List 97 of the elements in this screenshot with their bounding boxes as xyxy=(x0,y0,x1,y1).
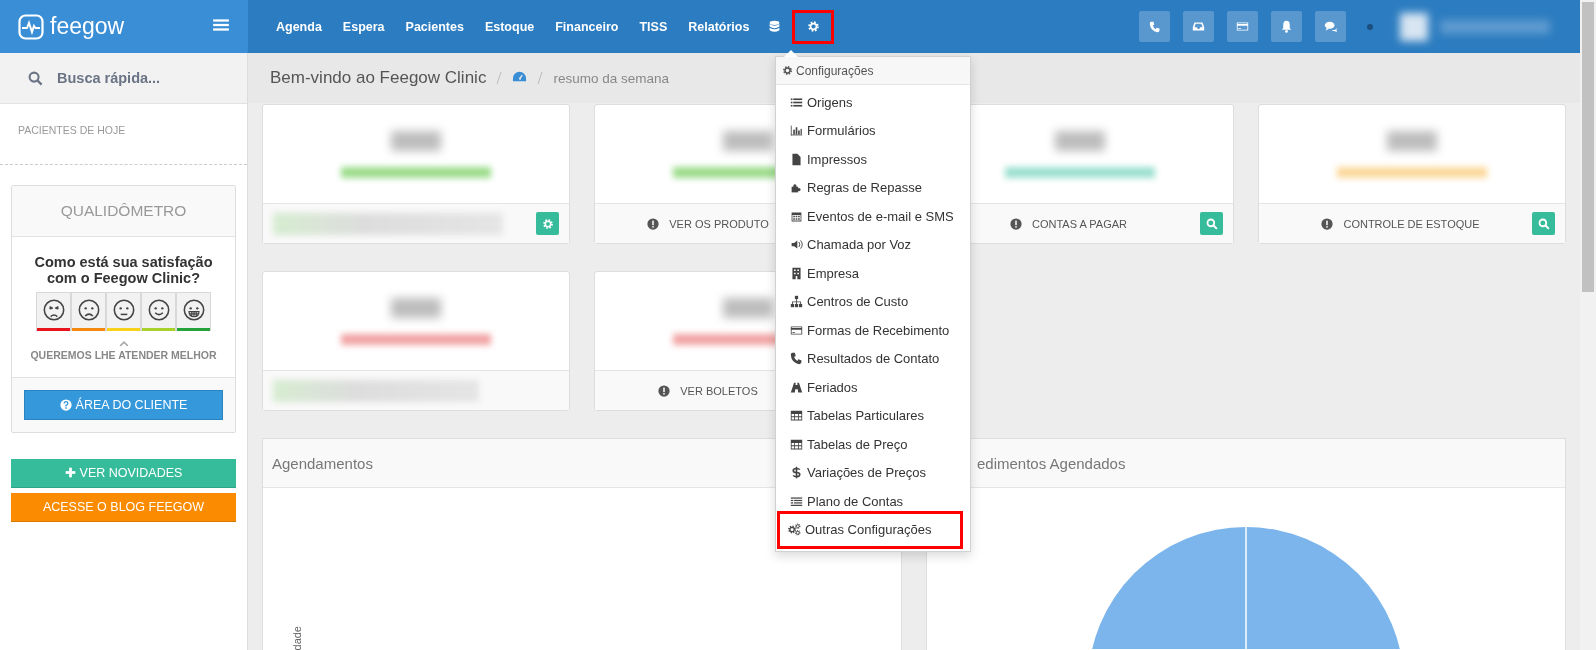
nav-link[interactable]: Estoque xyxy=(474,11,545,42)
search-button[interactable] xyxy=(1532,212,1555,235)
card-link-text[interactable]: CONTROLE DE ESTOQUE xyxy=(1343,217,1480,230)
blurred-value xyxy=(1387,130,1437,151)
card-button[interactable] xyxy=(1227,11,1258,42)
settings-button[interactable] xyxy=(536,212,559,235)
menu-item[interactable]: Empresa xyxy=(776,259,958,288)
exclamation-circle-icon xyxy=(1321,217,1334,230)
plus-icon xyxy=(64,467,76,479)
question-circle-icon xyxy=(59,398,72,411)
rating-button[interactable] xyxy=(36,291,71,331)
card-link-text[interactable]: VER OS PRODUTO xyxy=(669,217,769,230)
gears-icon xyxy=(788,523,801,537)
menu-item[interactable]: Regras de Repasse xyxy=(776,173,958,202)
page-title: Bem-vindo ao Feegow Clinic xyxy=(270,68,487,88)
smiling-face-icon xyxy=(147,299,170,322)
blurred-value xyxy=(723,130,773,151)
inbox-icon xyxy=(1192,20,1205,33)
dollar-icon xyxy=(790,466,803,480)
bar-chart-icon xyxy=(790,124,803,138)
rating-button[interactable] xyxy=(106,291,141,331)
bell-icon xyxy=(1280,20,1293,33)
nav-link[interactable]: Financeiro xyxy=(545,11,629,42)
exclamation-circle-icon xyxy=(647,217,660,230)
settings-button[interactable] xyxy=(792,9,835,44)
widget-title: QUALIDÔMETRO xyxy=(12,186,235,237)
menu-item[interactable]: Outras Configurações xyxy=(782,515,958,544)
database-icon xyxy=(768,20,782,33)
nav-link[interactable]: TISS xyxy=(629,11,678,42)
table-icon xyxy=(790,409,803,423)
chat-icon xyxy=(1323,19,1338,34)
menu-item[interactable]: Feriados xyxy=(776,373,958,402)
breadcrumb-current: resumo da semana xyxy=(553,70,669,86)
building-icon xyxy=(790,266,803,280)
menu-item[interactable]: Impressos xyxy=(776,145,958,174)
nav-link[interactable]: Espera xyxy=(332,11,395,42)
gear-icon xyxy=(782,65,793,76)
blurred-value xyxy=(1055,130,1105,151)
credit-card-icon xyxy=(1236,20,1249,33)
card-link-text[interactable]: CONTAS A PAGAR xyxy=(1032,217,1127,230)
credit-card-icon xyxy=(790,323,803,337)
rating-button[interactable] xyxy=(71,291,106,331)
sad-face-icon xyxy=(77,299,100,322)
exclamation-circle-icon xyxy=(1010,217,1022,230)
list-alt-icon xyxy=(790,494,803,508)
rating-button[interactable] xyxy=(176,291,211,331)
notifications-button[interactable] xyxy=(1271,11,1302,42)
menu-item[interactable]: Resultados de Contato xyxy=(776,344,958,373)
gear-icon xyxy=(541,217,554,230)
survey-question: Como está sua satisfação com o Feegow Clinic? xyxy=(33,255,214,287)
chat-button[interactable] xyxy=(1315,11,1346,42)
neutral-face-icon xyxy=(112,299,135,322)
gear-icon xyxy=(806,20,820,33)
search-button[interactable] xyxy=(1200,212,1223,235)
survey-caption: QUEREMOS LHE ATENDER MELHOR xyxy=(29,348,218,361)
road-icon xyxy=(790,380,803,394)
sitemap-icon xyxy=(790,295,803,309)
search-icon xyxy=(1537,217,1550,230)
blurred-value xyxy=(391,297,441,318)
dropdown-title: Configurações xyxy=(796,63,874,78)
nav-link[interactable]: Relatórios xyxy=(678,11,760,42)
angry-face-icon xyxy=(42,299,65,322)
menu-item[interactable]: Chamada por Voz xyxy=(776,230,958,259)
scrollbar-thumb[interactable] xyxy=(1582,2,1594,292)
phone-button[interactable] xyxy=(1139,11,1170,42)
card-link-text[interactable]: VER BOLETOS xyxy=(680,384,758,397)
table-icon xyxy=(790,437,803,451)
breadcrumb-separator xyxy=(536,71,545,85)
blurred-value xyxy=(391,130,441,151)
phone-icon xyxy=(1148,20,1161,33)
menu-item[interactable]: Origens xyxy=(776,88,958,117)
logo-icon xyxy=(18,13,44,40)
inbox-button[interactable] xyxy=(1183,11,1214,42)
nav-link[interactable]: Pacientes xyxy=(395,11,474,42)
menu-item[interactable]: Formulários xyxy=(776,116,958,145)
axis-label: dade xyxy=(291,625,303,650)
calendar-icon xyxy=(790,209,803,223)
menu-item[interactable]: Tabelas Particulares xyxy=(776,401,958,430)
phone-icon xyxy=(790,352,803,366)
rating-button[interactable] xyxy=(141,291,176,331)
search-icon xyxy=(28,70,43,86)
menu-item[interactable]: Formas de Recebimento xyxy=(776,316,958,345)
speaker-icon xyxy=(790,238,803,252)
file-icon xyxy=(790,152,803,166)
section-title: PACIENTES DE HOJE xyxy=(0,104,247,165)
grinning-face-icon xyxy=(182,299,205,322)
menu-item[interactable]: Plano de Contas xyxy=(776,487,958,516)
exclamation-circle-icon xyxy=(658,384,671,397)
brand-name: feegow xyxy=(50,13,126,40)
menu-item[interactable]: Eventos de e-mail e SMS xyxy=(776,202,958,231)
list-icon xyxy=(790,95,803,109)
search-icon xyxy=(1205,217,1218,230)
blurred-value xyxy=(723,297,773,318)
breadcrumb-separator xyxy=(495,71,504,85)
puzzle-icon xyxy=(790,181,803,195)
nav-link[interactable]: Agenda xyxy=(266,11,332,42)
menu-item[interactable]: Centros de Custo xyxy=(776,287,958,316)
